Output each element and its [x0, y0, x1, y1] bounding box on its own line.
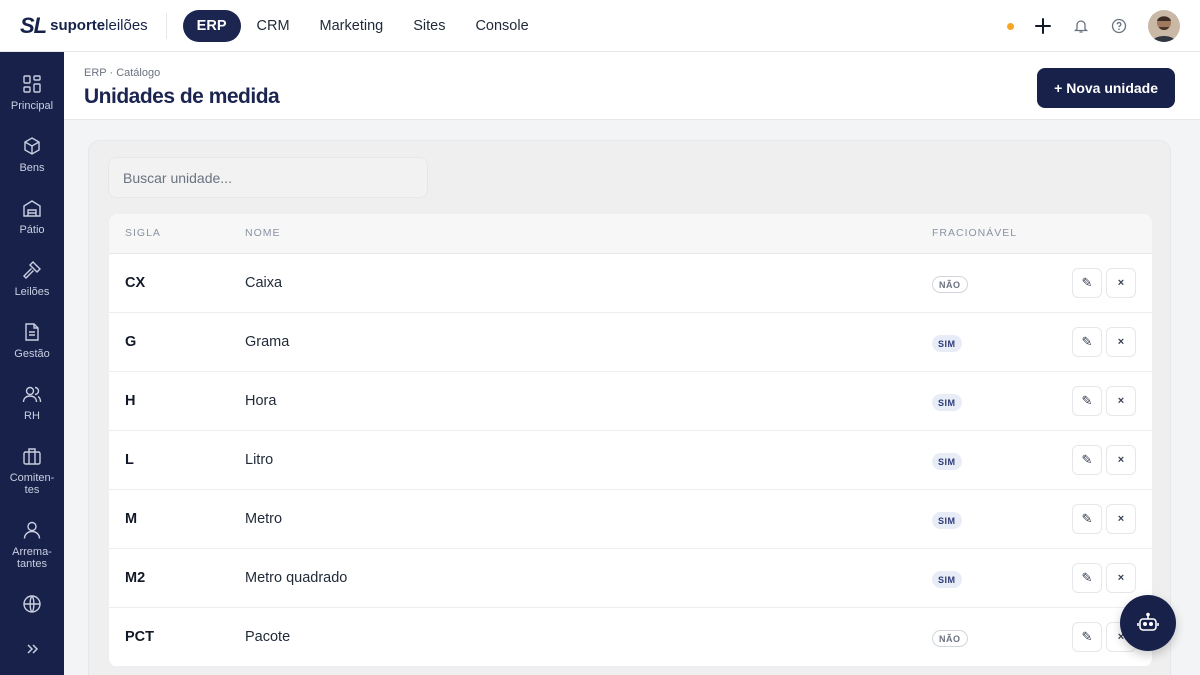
units-table: SIGLA NOME FRACIONÁVEL CX Caixa NÃO ✎ × G Gram…: [108, 213, 1153, 668]
cell-sigla: PCT: [125, 629, 154, 645]
delete-button[interactable]: ×: [1106, 327, 1136, 357]
fracionavel-badge: SIM: [932, 394, 962, 411]
fracionavel-badge: SIM: [932, 512, 962, 529]
sidebar-item-comitentes[interactable]: Comiten- tes: [0, 446, 64, 496]
delete-button[interactable]: ×: [1106, 268, 1136, 298]
dashboard-icon: [23, 75, 41, 93]
document-icon: [25, 323, 39, 341]
edit-button[interactable]: ✎: [1072, 504, 1102, 534]
sidebar-item-patio[interactable]: Pátio: [0, 198, 64, 236]
delete-button[interactable]: ×: [1106, 504, 1136, 534]
edit-button[interactable]: ✎: [1072, 268, 1102, 298]
fracionavel-badge: NÃO: [932, 630, 968, 647]
bell-icon[interactable]: [1072, 17, 1090, 35]
brand-mark: SL: [20, 12, 47, 38]
globe-icon: [23, 595, 41, 613]
box-icon: [24, 137, 40, 155]
edit-button[interactable]: ✎: [1072, 622, 1102, 652]
page-header: ERP · Catálogo Unidades de medida + Nova…: [64, 52, 1200, 120]
gavel-icon: [23, 261, 41, 279]
plus-icon[interactable]: [1034, 17, 1052, 35]
cell-nome: Litro: [245, 452, 274, 468]
warehouse-icon: [23, 200, 41, 217]
cell-sigla: H: [125, 393, 136, 409]
cell-nome: Metro quadrado: [245, 570, 348, 586]
top-nav: ERP CRM Marketing Sites Console: [182, 9, 543, 42]
cell-sigla: M2: [125, 570, 146, 586]
sidebar-item-gestao[interactable]: Gestão: [0, 322, 64, 360]
sidebar-item-leiloes[interactable]: Leilões: [0, 260, 64, 298]
column-header-fracionavel: FRACIONÁVEL: [932, 227, 1018, 239]
column-header-nome: NOME: [245, 227, 281, 239]
delete-button[interactable]: ×: [1106, 445, 1136, 475]
sidebar-item-sites[interactable]: [0, 594, 64, 614]
table-row[interactable]: H Hora SIM ✎ ×: [109, 372, 1152, 431]
fracionavel-badge: SIM: [932, 571, 962, 588]
top-bar: SL suporteleilões ERP CRM Marketing Site…: [0, 0, 1200, 52]
table-row[interactable]: L Litro SIM ✎ ×: [109, 431, 1152, 490]
sidebar-expand-button[interactable]: [0, 642, 64, 656]
table-row[interactable]: G Grama SIM ✎ ×: [109, 313, 1152, 372]
cell-nome: Caixa: [245, 275, 283, 291]
fracionavel-badge: NÃO: [932, 276, 968, 293]
topnav-item-crm[interactable]: CRM: [243, 10, 304, 42]
edit-button[interactable]: ✎: [1072, 327, 1102, 357]
cell-sigla: G: [125, 334, 137, 350]
briefcase-icon: [23, 448, 41, 465]
cell-nome: Pacote: [245, 629, 291, 645]
robot-icon: [1137, 612, 1159, 631]
page-title: Unidades de medida: [84, 85, 280, 108]
topnav-item-marketing[interactable]: Marketing: [306, 10, 398, 42]
topnav-item-console[interactable]: Console: [461, 10, 542, 42]
cell-nome: Hora: [245, 393, 277, 409]
table-header: SIGLA NOME FRACIONÁVEL: [109, 214, 1152, 254]
column-header-sigla: SIGLA: [125, 227, 161, 239]
cell-sigla: L: [125, 452, 134, 468]
edit-button[interactable]: ✎: [1072, 386, 1102, 416]
sidebar-item-bens[interactable]: Bens: [0, 136, 64, 174]
help-icon[interactable]: [1110, 17, 1128, 35]
sidebar-item-arrematantes[interactable]: Arrema- tantes: [0, 520, 64, 570]
topnav-item-erp[interactable]: ERP: [182, 9, 241, 42]
user-icon: [23, 521, 41, 539]
divider: [165, 12, 167, 39]
delete-button[interactable]: ×: [1106, 386, 1136, 416]
sidebar: Principal Bens Pátio Leilões Gestão RH C…: [0, 52, 64, 675]
users-icon: [22, 386, 42, 403]
delete-button[interactable]: ×: [1106, 563, 1136, 593]
chevrons-right-icon: [27, 644, 39, 654]
fracionavel-badge: SIM: [932, 335, 962, 352]
edit-button[interactable]: ✎: [1072, 445, 1102, 475]
fracionavel-badge: SIM: [932, 453, 962, 470]
cell-nome: Grama: [245, 334, 290, 350]
breadcrumb: ERP · Catálogo: [84, 67, 161, 79]
top-actions: [1007, 0, 1180, 52]
topnav-item-sites[interactable]: Sites: [399, 10, 459, 42]
edit-button[interactable]: ✎: [1072, 563, 1102, 593]
sidebar-item-rh[interactable]: RH: [0, 384, 64, 422]
brand-name: suporteleilões: [50, 17, 148, 34]
status-dot: [1007, 22, 1014, 30]
table-row[interactable]: M Metro SIM ✎ ×: [109, 490, 1152, 549]
cell-nome: Metro: [245, 511, 283, 527]
brand-logo[interactable]: SL suporteleilões: [20, 0, 148, 52]
user-avatar[interactable]: [1148, 10, 1180, 42]
units-card: SIGLA NOME FRACIONÁVEL CXCaixaNÃO✎×GGram…: [88, 140, 1171, 675]
cell-sigla: M: [125, 511, 138, 527]
cell-sigla: CX: [125, 275, 146, 291]
search-input[interactable]: [108, 157, 428, 198]
table-row[interactable]: M2 Metro quadrado SIM ✎ ×: [109, 549, 1152, 608]
new-unit-button[interactable]: + Nova unidade: [1037, 68, 1175, 108]
assistant-bot-button[interactable]: [1120, 595, 1176, 651]
table-row[interactable]: PCT Pacote NÃO ✎ ×: [109, 608, 1152, 667]
table-row[interactable]: CX Caixa NÃO ✎ ×: [109, 254, 1152, 313]
sidebar-item-principal[interactable]: Principal: [0, 74, 64, 112]
